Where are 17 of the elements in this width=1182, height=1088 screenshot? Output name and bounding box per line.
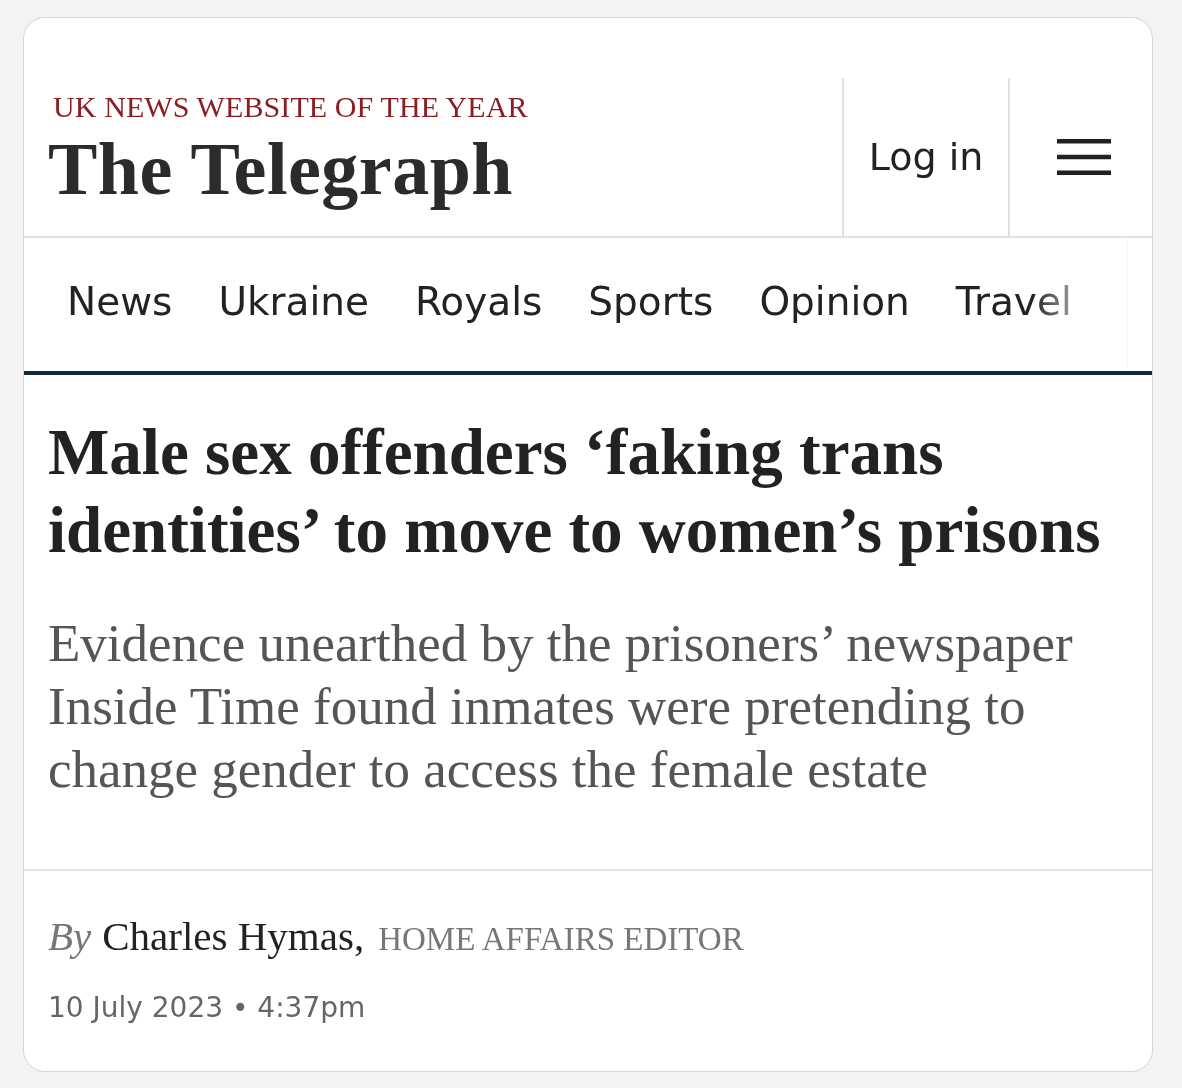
author-role: HOME AFFAIRS EDITOR — [378, 920, 744, 959]
publish-date: 10 July 2023 • 4:37pm — [48, 991, 366, 1025]
nav-link[interactable]: Ukraine — [218, 278, 369, 325]
menu-icon — [1057, 139, 1111, 175]
headline: Male sex offenders ‘faking trans identities’ to move to women’s prisons — [48, 415, 1102, 568]
standfirst: Evidence unearthed by the prisoners’ newspaper Inside Time found inmates were pretending to change gender to access the female estate — [48, 613, 1074, 800]
login-button[interactable]: Log in — [868, 134, 984, 180]
menu-button[interactable] — [1057, 139, 1111, 175]
nav-link[interactable]: Royals — [415, 278, 543, 325]
nav-link[interactable]: News — [67, 278, 173, 325]
nav-link[interactable]: Sports — [588, 278, 714, 325]
award-tagline: UK NEWS WEBSITE OF THE YEAR — [52, 89, 528, 125]
nav-link[interactable]: Travel — [955, 278, 1072, 325]
byline-prefix: By — [48, 912, 92, 961]
site-logo[interactable]: The Telegraph — [48, 128, 513, 210]
author-link[interactable]: Charles Hymas, — [102, 911, 365, 961]
nav-link[interactable]: Opinion — [759, 278, 910, 325]
